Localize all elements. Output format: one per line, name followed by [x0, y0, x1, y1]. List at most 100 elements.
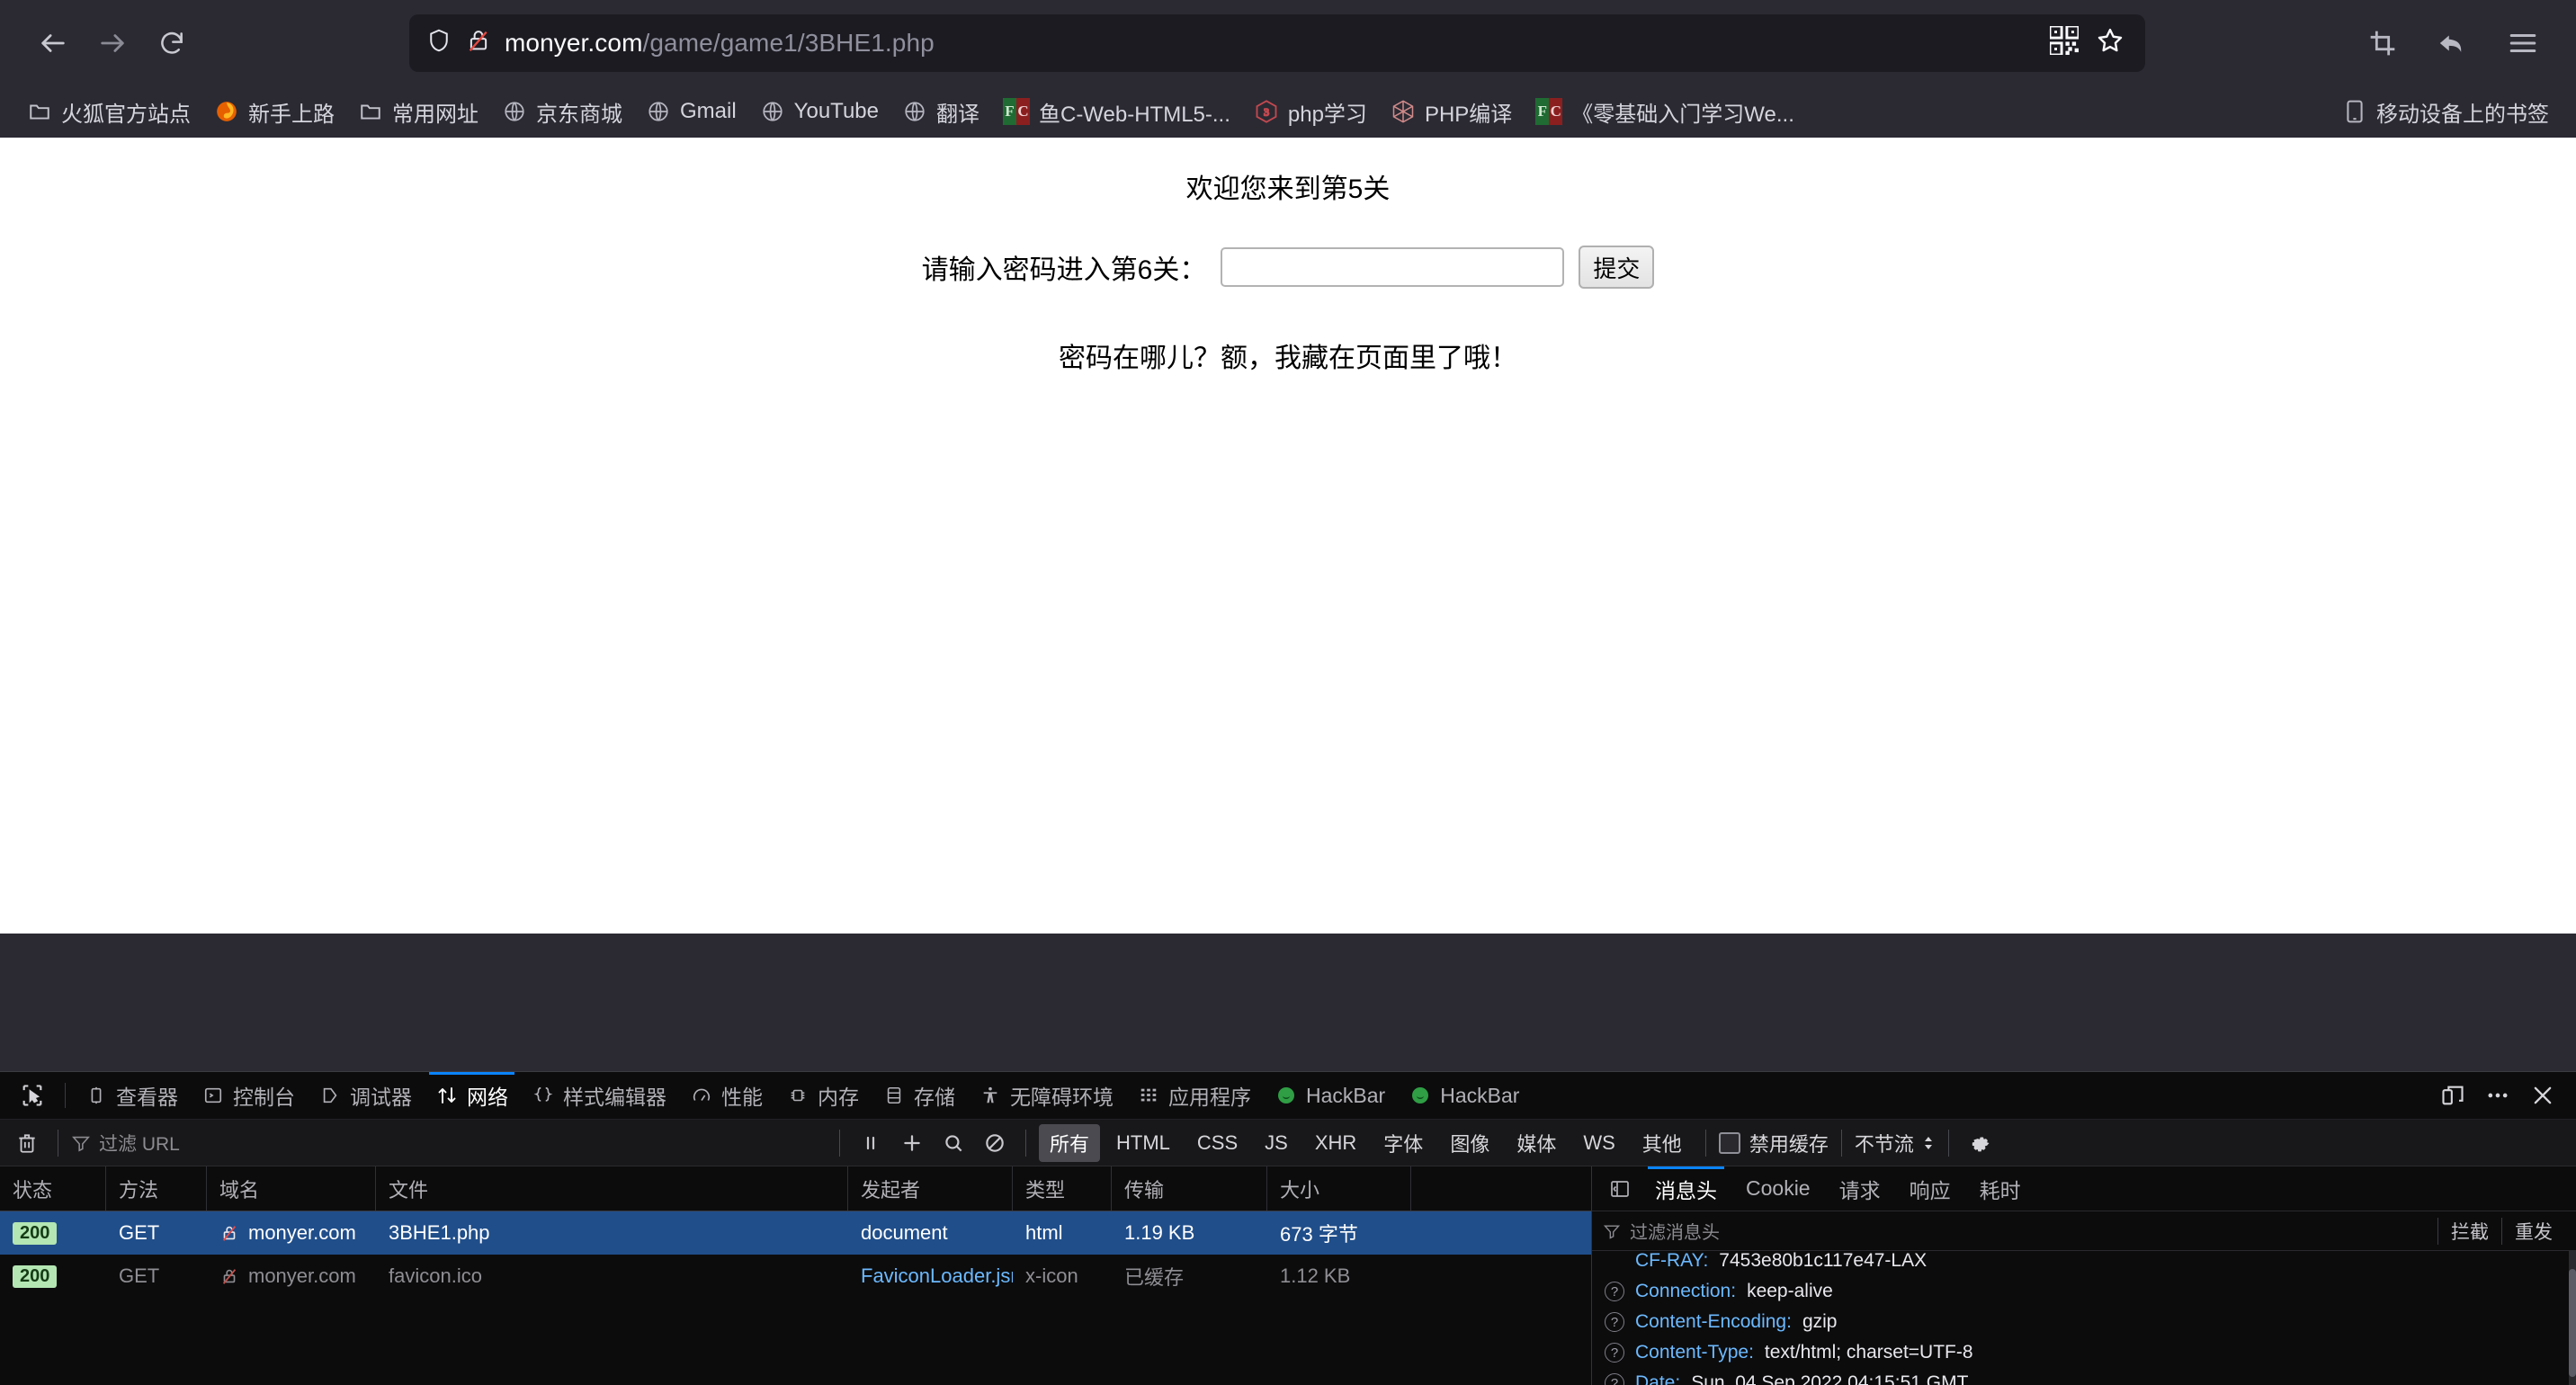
detail-tab-headers[interactable]: 消息头	[1641, 1166, 1731, 1211]
gear-icon[interactable]	[1962, 1125, 1998, 1161]
tab-storage[interactable]: 存储	[871, 1072, 967, 1119]
more-options-icon[interactable]	[2477, 1075, 2518, 1116]
undo-arrow-icon[interactable]	[2425, 15, 2481, 71]
filter-js[interactable]: JS	[1254, 1127, 1299, 1159]
tab-accessibility[interactable]: 无障碍环境	[967, 1072, 1125, 1119]
filter-image[interactable]: 图像	[1439, 1124, 1500, 1162]
column-status[interactable]: 状态	[0, 1166, 106, 1211]
tab-inspector[interactable]: 查看器	[73, 1072, 190, 1119]
mobile-bookmarks-item[interactable]: 移动设备上的书签	[2331, 91, 2560, 133]
hamburger-menu-icon[interactable]	[2495, 15, 2551, 71]
help-icon[interactable]: ?	[1605, 1343, 1624, 1363]
submit-button[interactable]: 提交	[1579, 246, 1655, 289]
network-table-header: 状态 方法 域名 文件 发起者 类型 传输 大小	[0, 1166, 1591, 1211]
help-icon[interactable]: ?	[1605, 1312, 1624, 1332]
reload-button[interactable]	[144, 15, 200, 71]
tab-console[interactable]: 控制台	[190, 1072, 307, 1119]
network-filter-input[interactable]: 过滤 URL	[71, 1130, 827, 1157]
header-value: text/html; charset=UTF-8	[1764, 1342, 1973, 1363]
tab-application[interactable]: 应用程序	[1125, 1072, 1263, 1119]
help-icon[interactable]: ?	[1605, 1373, 1624, 1385]
responsive-design-icon[interactable]	[2432, 1075, 2473, 1116]
expand-pane-icon[interactable]	[1599, 1166, 1641, 1211]
response-headers-list[interactable]: CF-RAY: 7453e80b1c117e47-LAX ? Connectio…	[1592, 1251, 2576, 1385]
filter-css[interactable]: CSS	[1186, 1127, 1248, 1159]
password-input[interactable]	[1221, 247, 1565, 287]
address-bar[interactable]: monyer.com/game/game1/3BHE1.php	[409, 13, 2145, 72]
bookmark-item[interactable]: 京东商城	[491, 91, 633, 133]
bookmark-star-icon[interactable]	[2095, 25, 2125, 60]
filter-ws[interactable]: WS	[1572, 1127, 1625, 1159]
filter-other[interactable]: 其他	[1632, 1124, 1693, 1162]
qr-code-icon[interactable]	[2048, 24, 2080, 59]
table-row[interactable]: 200 GET monyer.com favicon.ico FaviconLo…	[0, 1255, 1591, 1298]
url-text[interactable]: monyer.com/game/game1/3BHE1.php	[505, 29, 935, 58]
column-transferred[interactable]: 传输	[1112, 1166, 1267, 1211]
column-initiator[interactable]: 发起者	[848, 1166, 1013, 1211]
bookmark-item[interactable]: 新手上路	[203, 91, 345, 133]
block-icon[interactable]	[977, 1125, 1013, 1161]
bookmark-item[interactable]: PHP编译	[1380, 91, 1523, 133]
insecure-lock-icon[interactable]	[465, 27, 492, 58]
header-row[interactable]: ? Connection: keep-alive	[1592, 1276, 2576, 1307]
disable-cache-checkbox[interactable]: 禁用缓存	[1718, 1129, 1829, 1157]
tab-hackbar-1[interactable]: HackBar	[1263, 1072, 1397, 1119]
header-row[interactable]: ? Content-Encoding: gzip	[1592, 1307, 2576, 1337]
scrollbar-thumb[interactable]	[2569, 1269, 2576, 1377]
detail-tab-request[interactable]: 请求	[1825, 1166, 1895, 1211]
bookmark-item[interactable]: 常用网址	[347, 91, 489, 133]
tab-style-editor[interactable]: 样式编辑器	[520, 1072, 678, 1119]
column-type[interactable]: 类型	[1013, 1166, 1112, 1211]
shield-icon[interactable]	[425, 27, 452, 58]
bookmark-label: 翻译	[935, 102, 979, 127]
filter-html[interactable]: HTML	[1105, 1127, 1181, 1159]
search-icon[interactable]	[935, 1125, 971, 1161]
detail-tab-cookie[interactable]: Cookie	[1731, 1166, 1825, 1211]
cell-initiator[interactable]: FaviconLoader.jsm…	[848, 1255, 1013, 1298]
column-domain[interactable]: 域名	[207, 1166, 376, 1211]
fc-icon: FC	[1535, 98, 1563, 125]
bookmark-item[interactable]: Gmail	[635, 94, 747, 130]
header-row[interactable]: CF-RAY: 7453e80b1c117e47-LAX	[1592, 1251, 2576, 1276]
header-row[interactable]: ? Date: Sun, 04 Sep 2022 04:15:51 GMT	[1592, 1368, 2576, 1385]
column-file[interactable]: 文件	[376, 1166, 848, 1211]
resend-request-button[interactable]: 重发	[2501, 1217, 2565, 1245]
trash-icon[interactable]	[9, 1125, 45, 1161]
bookmark-item[interactable]: FC 《零基础入门学习We...	[1525, 91, 1805, 133]
throttle-dropdown[interactable]: 不节流	[1855, 1129, 1936, 1157]
toolbar-divider	[1704, 1129, 1706, 1157]
filter-all[interactable]: 所有	[1039, 1123, 1101, 1162]
tab-network[interactable]: 网络	[424, 1072, 520, 1119]
bookmark-label: Gmail	[680, 99, 737, 123]
close-icon[interactable]	[2522, 1075, 2563, 1116]
table-row[interactable]: 200 GET monyer.com 3BHE1.php document ht…	[0, 1211, 1591, 1255]
help-icon[interactable]: ?	[1605, 1282, 1624, 1301]
back-button[interactable]	[25, 15, 81, 71]
block-request-button[interactable]: 拦截	[2437, 1217, 2501, 1245]
detail-tab-timings[interactable]: 耗时	[1965, 1166, 2035, 1211]
bookmark-item[interactable]: 火狐官方站点	[16, 91, 201, 133]
filter-xhr[interactable]: XHR	[1304, 1127, 1367, 1159]
tab-memory[interactable]: 内存	[774, 1072, 871, 1119]
browser-chrome: monyer.com/game/game1/3BHE1.php 火狐官方站点 新…	[0, 0, 2576, 138]
forward-button[interactable]	[85, 15, 140, 71]
bookmark-item[interactable]: 翻译	[891, 91, 990, 133]
bookmark-item[interactable]: YouTube	[749, 94, 890, 130]
screenshot-crop-icon[interactable]	[2355, 15, 2411, 71]
column-method[interactable]: 方法	[106, 1166, 207, 1211]
filter-media[interactable]: 媒体	[1506, 1124, 1567, 1162]
bookmark-item[interactable]: FC 鱼C-Web-HTML5-...	[992, 91, 1241, 133]
tab-debugger[interactable]: 调试器	[307, 1072, 424, 1119]
tab-performance[interactable]: 性能	[678, 1072, 774, 1119]
column-size[interactable]: 大小	[1267, 1166, 1411, 1211]
plus-icon[interactable]	[894, 1125, 930, 1161]
bookmark-item[interactable]: 3 php学习	[1243, 91, 1378, 133]
element-picker-icon[interactable]	[7, 1072, 58, 1119]
header-row[interactable]: ? Content-Type: text/html; charset=UTF-8	[1592, 1337, 2576, 1368]
filter-font[interactable]: 字体	[1373, 1124, 1434, 1162]
scrollbar-track[interactable]	[2569, 1251, 2576, 1385]
headers-filter-placeholder[interactable]: 过滤消息头	[1630, 1218, 1720, 1244]
tab-hackbar-2[interactable]: HackBar	[1397, 1072, 1531, 1119]
detail-tab-response[interactable]: 响应	[1895, 1166, 1965, 1211]
pause-icon[interactable]	[853, 1125, 889, 1161]
